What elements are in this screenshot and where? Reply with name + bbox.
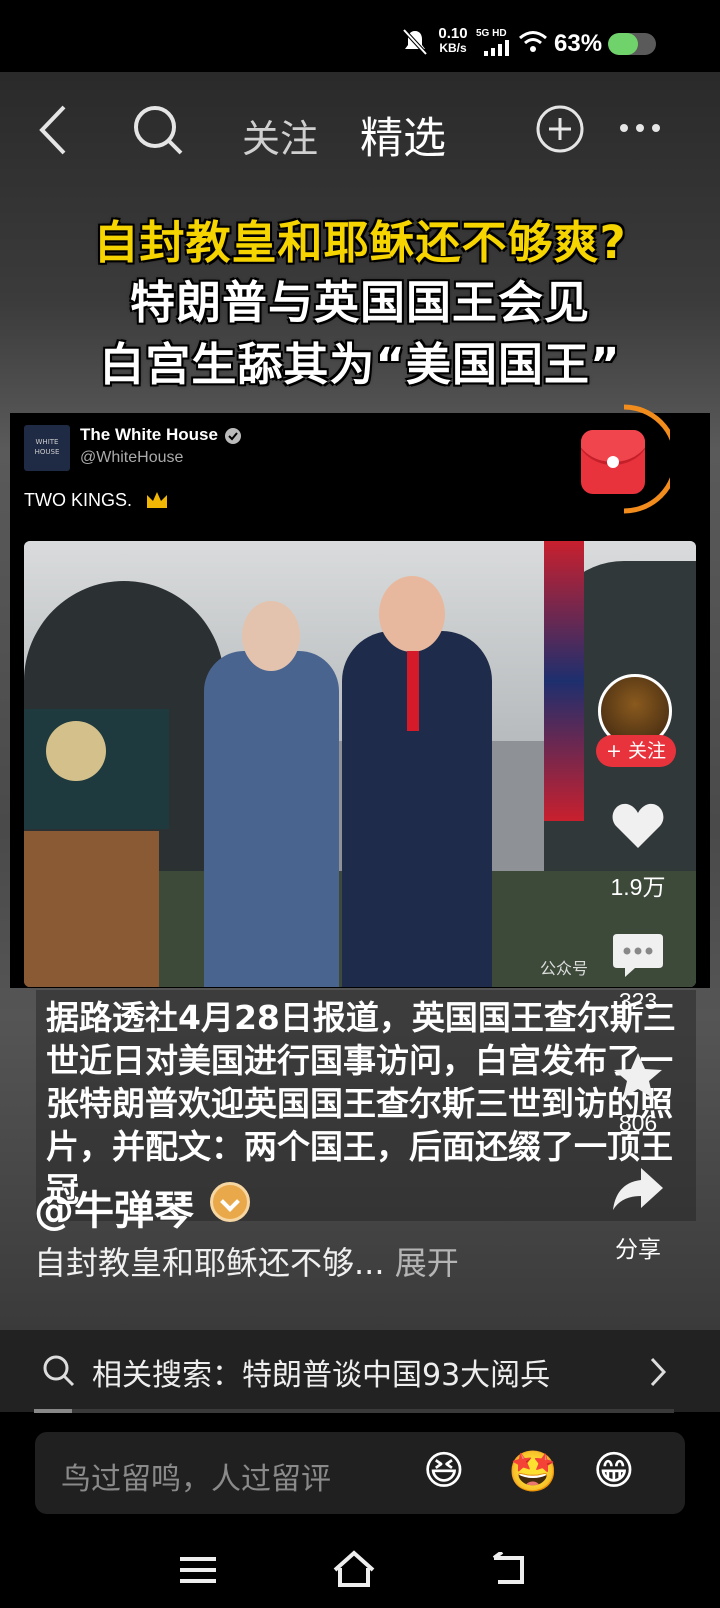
back-nav-icon[interactable] <box>490 1552 526 1586</box>
like-count: 1.9万 <box>610 874 666 900</box>
system-nav-bar <box>0 1530 720 1608</box>
tweet-handle: @WhiteHouse <box>80 449 184 466</box>
watermark-text: 公众号 <box>540 959 589 978</box>
comment-icon[interactable] <box>611 930 665 980</box>
emoji-grin-icon[interactable]: 😁 <box>593 1448 635 1494</box>
author-description-row: 自封教皇和耶稣还不够... 展开 <box>34 1238 459 1284</box>
emoji-laugh-icon[interactable]: 😆 <box>423 1448 465 1494</box>
author-description: 自封教皇和耶稣还不够... <box>34 1244 385 1282</box>
author-badge-icon <box>210 1182 250 1222</box>
signal-icon <box>484 40 509 56</box>
tweet-photo <box>24 541 696 987</box>
share-label[interactable]: 分享 <box>595 1230 681 1264</box>
share-icon[interactable] <box>611 1166 665 1214</box>
favorite-icon[interactable] <box>611 1050 665 1102</box>
tab-featured[interactable]: 精选 <box>360 104 446 166</box>
tweet-text: TWO KINGS. <box>24 490 132 510</box>
status-bar: 0.10 KB/s 5G HD 63% <box>0 0 720 72</box>
network-unit: KB/s <box>439 41 467 55</box>
add-icon[interactable] <box>535 104 585 154</box>
chevron-right-icon <box>650 1357 667 1387</box>
comment-input[interactable]: 鸟过留鸣，人过留评 😆 🤩 😁 <box>35 1432 685 1514</box>
follow-button[interactable]: + 关注 <box>596 735 676 767</box>
network-speed: 0.10 <box>438 25 468 42</box>
verified-icon <box>225 428 241 444</box>
wifi-icon <box>519 31 547 52</box>
tweet-account-name: The White House <box>80 425 218 444</box>
crown-icon <box>147 492 167 508</box>
mute-icon <box>402 28 428 56</box>
headline-line-1: 自封教皇和耶稣还不够爽? <box>93 216 627 269</box>
video-progress-bar[interactable] <box>34 1409 674 1413</box>
related-search-icon <box>43 1355 75 1387</box>
author-name[interactable]: @牛弹琴 <box>34 1178 194 1236</box>
battery-percent: 63% <box>554 30 603 57</box>
headline-line-3: 白宫生舔其为“美国国王” <box>99 338 621 391</box>
signal-label: 5G HD <box>476 28 507 39</box>
related-search-bar[interactable]: 相关搜索：特朗普谈中国93大阅兵 <box>0 1330 720 1412</box>
home-icon[interactable] <box>332 1550 376 1588</box>
favorite-count: 806 <box>618 1110 658 1136</box>
battery-icon <box>608 33 656 55</box>
back-icon[interactable] <box>36 104 70 156</box>
like-icon[interactable] <box>611 800 665 852</box>
headline-line-2: 特朗普与英国国王会见 <box>129 276 590 329</box>
emoji-star-eyes-icon[interactable]: 🤩 <box>508 1448 558 1495</box>
menu-icon[interactable] <box>180 1555 216 1585</box>
search-icon[interactable] <box>132 104 184 156</box>
expand-link[interactable]: 展开 <box>395 1244 459 1282</box>
comment-placeholder: 鸟过留鸣，人过留评 <box>61 1462 331 1497</box>
tab-follow[interactable]: 关注 <box>242 108 318 163</box>
comment-count: 323 <box>618 988 658 1014</box>
red-envelope-icon[interactable] <box>581 430 645 494</box>
more-icon[interactable] <box>618 122 662 134</box>
related-search-label: 相关搜索：特朗普谈中国93大阅兵 <box>92 1358 551 1393</box>
white-house-logo: WHITE HOUSE <box>24 425 70 471</box>
